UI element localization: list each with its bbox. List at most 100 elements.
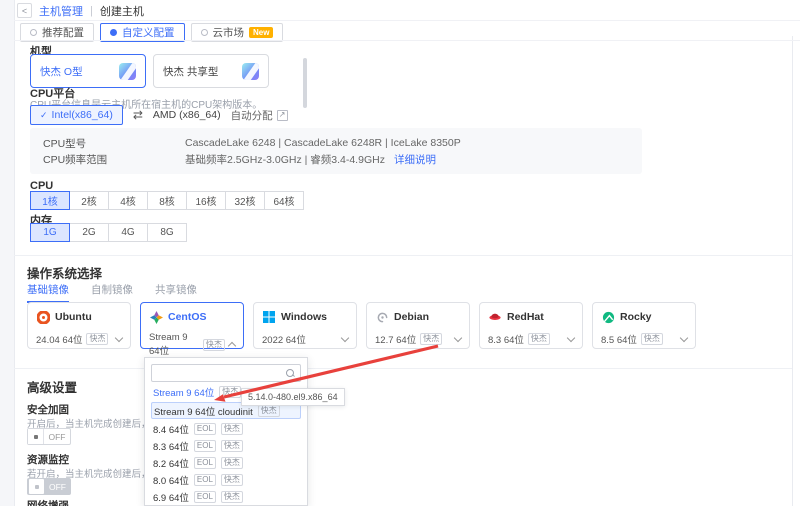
details-link[interactable]: 详细说明 xyxy=(394,152,436,167)
machine-type-kuaijie-shared[interactable]: 快杰 共享型 xyxy=(153,54,269,88)
chevron-down-icon[interactable] xyxy=(680,334,688,342)
os-card-windows[interactable]: Windows 2022 64位 xyxy=(253,302,357,349)
tab-base-image[interactable]: 基础镜像 xyxy=(27,282,69,303)
toggle-state: OFF xyxy=(44,432,70,442)
memory-option-4g[interactable]: 4G xyxy=(108,223,148,242)
kuaijie-badge: 快杰 xyxy=(221,423,243,435)
memory-option-8g[interactable]: 8G xyxy=(147,223,187,242)
breadcrumb-section[interactable]: 主机管理 xyxy=(39,3,83,19)
kuaijie-logo-icon xyxy=(242,63,259,80)
os-name-label: RedHat xyxy=(507,311,544,323)
centos-icon xyxy=(149,310,163,324)
section-divider xyxy=(14,255,792,256)
option-label: 6.9 64位 xyxy=(153,490,189,504)
toggle-state: OFF xyxy=(45,482,70,492)
machine-type-kuaijie-o[interactable]: 快杰 O型 xyxy=(30,54,146,88)
swap-icon[interactable]: ⇄ xyxy=(133,108,143,122)
dropdown-option-84[interactable]: 8.4 64位 EOL 快杰 xyxy=(151,422,301,436)
intel-platform-button[interactable]: ✓ Intel(x86_64) xyxy=(30,105,123,125)
chevron-down-icon[interactable] xyxy=(454,334,462,342)
dropdown-option-69[interactable]: 6.9 64位 EOL 快杰 xyxy=(151,490,301,504)
machine-type-name: 快杰 O型 xyxy=(40,64,83,79)
collapsed-sidebar xyxy=(0,0,15,506)
cpu-model-value: CascadeLake 6248 | CascadeLake 6248R | I… xyxy=(185,137,461,149)
dropdown-option-80[interactable]: 8.0 64位 EOL 快杰 xyxy=(151,473,301,487)
cpu-option-16[interactable]: 16核 xyxy=(186,191,226,210)
os-card-debian[interactable]: Debian 12.7 64位 快杰 xyxy=(366,302,470,349)
kuaijie-badge: 快杰 xyxy=(528,333,550,345)
ubuntu-icon xyxy=(36,310,50,324)
new-badge: New xyxy=(249,27,273,38)
toggle-knob xyxy=(28,429,44,444)
page-title: 创建主机 xyxy=(100,3,144,19)
security-hardening-label: 安全加固 xyxy=(27,402,69,417)
kuaijie-logo-icon xyxy=(119,63,136,80)
dropdown-option-82[interactable]: 8.2 64位 EOL 快杰 xyxy=(151,456,301,470)
os-name-label: Rocky xyxy=(620,311,652,323)
auto-allocate-label: 自动分配 xyxy=(231,108,273,123)
kuaijie-badge: 快杰 xyxy=(641,333,663,345)
back-button[interactable]: < xyxy=(17,3,32,18)
option-label: 8.0 64位 xyxy=(153,473,189,487)
cpu-option-64[interactable]: 64核 xyxy=(264,191,304,210)
os-name-label: Windows xyxy=(281,311,327,323)
machine-type-cards: 快杰 O型 快杰 共享型 xyxy=(30,54,269,88)
dropdown-scrollbar[interactable] xyxy=(303,58,307,108)
kernel-version-tooltip: 5.14.0-480.el9.x86_64 xyxy=(241,388,345,406)
option-label: 8.2 64位 xyxy=(153,456,189,470)
cpu-option-4[interactable]: 4核 xyxy=(108,191,148,210)
resource-monitor-label: 资源监控 xyxy=(27,452,69,467)
auto-allocate-link[interactable]: 自动分配 ↗ xyxy=(231,108,288,123)
intel-label: Intel(x86_64) xyxy=(52,109,113,121)
os-version: 12.7 64位 xyxy=(375,332,416,346)
breadcrumb-separator: | xyxy=(90,5,93,17)
memory-option-1g[interactable]: 1G xyxy=(30,223,70,242)
chevron-down-icon[interactable] xyxy=(567,334,575,342)
dropdown-option-83[interactable]: 8.3 64位 EOL 快杰 xyxy=(151,439,301,453)
cpu-option-8[interactable]: 8核 xyxy=(147,191,187,210)
option-label: 8.4 64位 xyxy=(153,422,189,436)
resource-monitor-toggle[interactable]: OFF xyxy=(27,478,71,495)
option-label: Stream 9 64位 xyxy=(153,385,214,399)
tabs-divider xyxy=(14,40,800,41)
os-cards: Ubuntu 24.04 64位 快杰 CentOS Stream 9 64位 … xyxy=(27,302,696,349)
cpu-freq-row: CPU频率范围 基础频率2.5GHz-3.0GHz | 睿频3.4-4.9GHz… xyxy=(43,151,629,167)
os-card-rocky[interactable]: Rocky 8.5 64位 快杰 xyxy=(592,302,696,349)
os-card-redhat[interactable]: RedHat 8.3 64位 快杰 xyxy=(479,302,583,349)
cpu-model-label: CPU型号 xyxy=(43,136,185,151)
cpu-platform-options: ✓ Intel(x86_64) ⇄ AMD (x86_64) 自动分配 ↗ xyxy=(30,105,288,125)
security-hardening-toggle[interactable]: OFF xyxy=(27,428,71,445)
os-version: 8.5 64位 xyxy=(601,332,637,346)
tab-label: 自定义配置 xyxy=(122,25,175,40)
tab-label: 云市场 xyxy=(213,25,245,40)
machine-type-name: 快杰 共享型 xyxy=(163,64,218,79)
tab-custom-image[interactable]: 自制镜像 xyxy=(91,282,133,303)
kuaijie-badge: 快杰 xyxy=(219,386,241,398)
chevron-down-icon[interactable] xyxy=(341,334,349,342)
cpu-option-2[interactable]: 2核 xyxy=(69,191,109,210)
breadcrumb: < 主机管理 | 创建主机 xyxy=(17,3,144,18)
memory-option-2g[interactable]: 2G xyxy=(69,223,109,242)
chevron-up-icon[interactable] xyxy=(228,342,236,350)
image-tabs: 基础镜像 自制镜像 共享镜像 xyxy=(27,282,197,303)
chevron-down-icon[interactable] xyxy=(115,334,123,342)
cpu-option-32[interactable]: 32核 xyxy=(225,191,265,210)
cpu-option-1[interactable]: 1核 xyxy=(30,191,70,210)
kuaijie-badge: 快杰 xyxy=(420,333,442,345)
check-icon: ✓ xyxy=(40,110,48,121)
right-scrollbar-track[interactable] xyxy=(792,36,793,506)
redhat-icon xyxy=(488,310,502,324)
os-name-label: Ubuntu xyxy=(55,311,92,323)
version-search-input[interactable] xyxy=(151,364,301,382)
os-card-centos[interactable]: CentOS Stream 9 64位 快杰 xyxy=(140,302,244,349)
kuaijie-badge: 快杰 xyxy=(221,474,243,486)
tab-shared-image[interactable]: 共享镜像 xyxy=(155,282,197,303)
amd-platform-button[interactable]: AMD (x86_64) xyxy=(153,109,221,121)
rocky-icon xyxy=(601,310,615,324)
cpu-model-row: CPU型号 CascadeLake 6248 | CascadeLake 624… xyxy=(43,135,629,151)
windows-icon xyxy=(262,310,276,324)
network-enhance-label: 网络增强 xyxy=(27,498,69,506)
os-card-ubuntu[interactable]: Ubuntu 24.04 64位 快杰 xyxy=(27,302,131,349)
header-divider xyxy=(14,20,800,21)
kuaijie-badge: 快杰 xyxy=(258,405,280,417)
